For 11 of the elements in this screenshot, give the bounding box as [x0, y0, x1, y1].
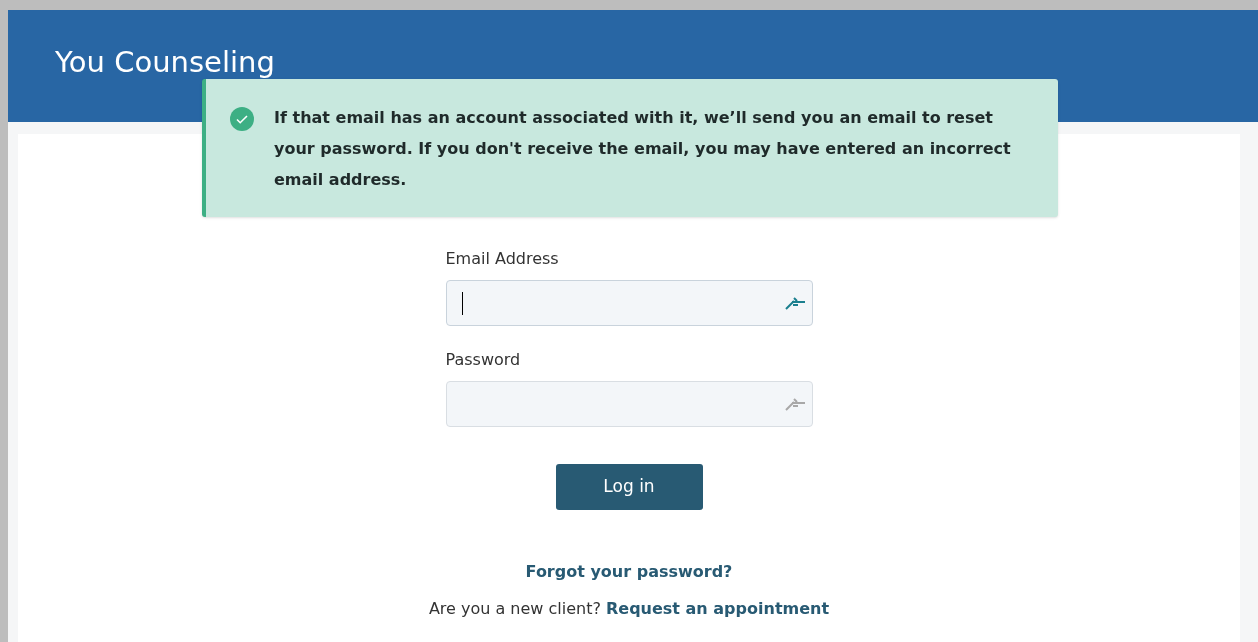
input-field[interactable] [445, 381, 813, 427]
field-label: Password [445, 349, 522, 371]
alert-message: If that email has an account associated with it, we’ll send you an email to reset your password. If you don't receive the email, you may have entered an incorrect email address. [274, 107, 1012, 191]
field-label: Email Address [445, 248, 560, 270]
new-client-text: Are you a new client? [428, 598, 601, 620]
request-appointment-link[interactable]: Request an appointment [605, 597, 830, 621]
login-button[interactable]: Log in [555, 464, 703, 510]
site-title: You Counseling [55, 45, 275, 79]
forgot-password-link[interactable]: Forgot your password? [525, 560, 733, 584]
check-circle-icon [230, 107, 254, 131]
input-field[interactable] [445, 280, 813, 326]
